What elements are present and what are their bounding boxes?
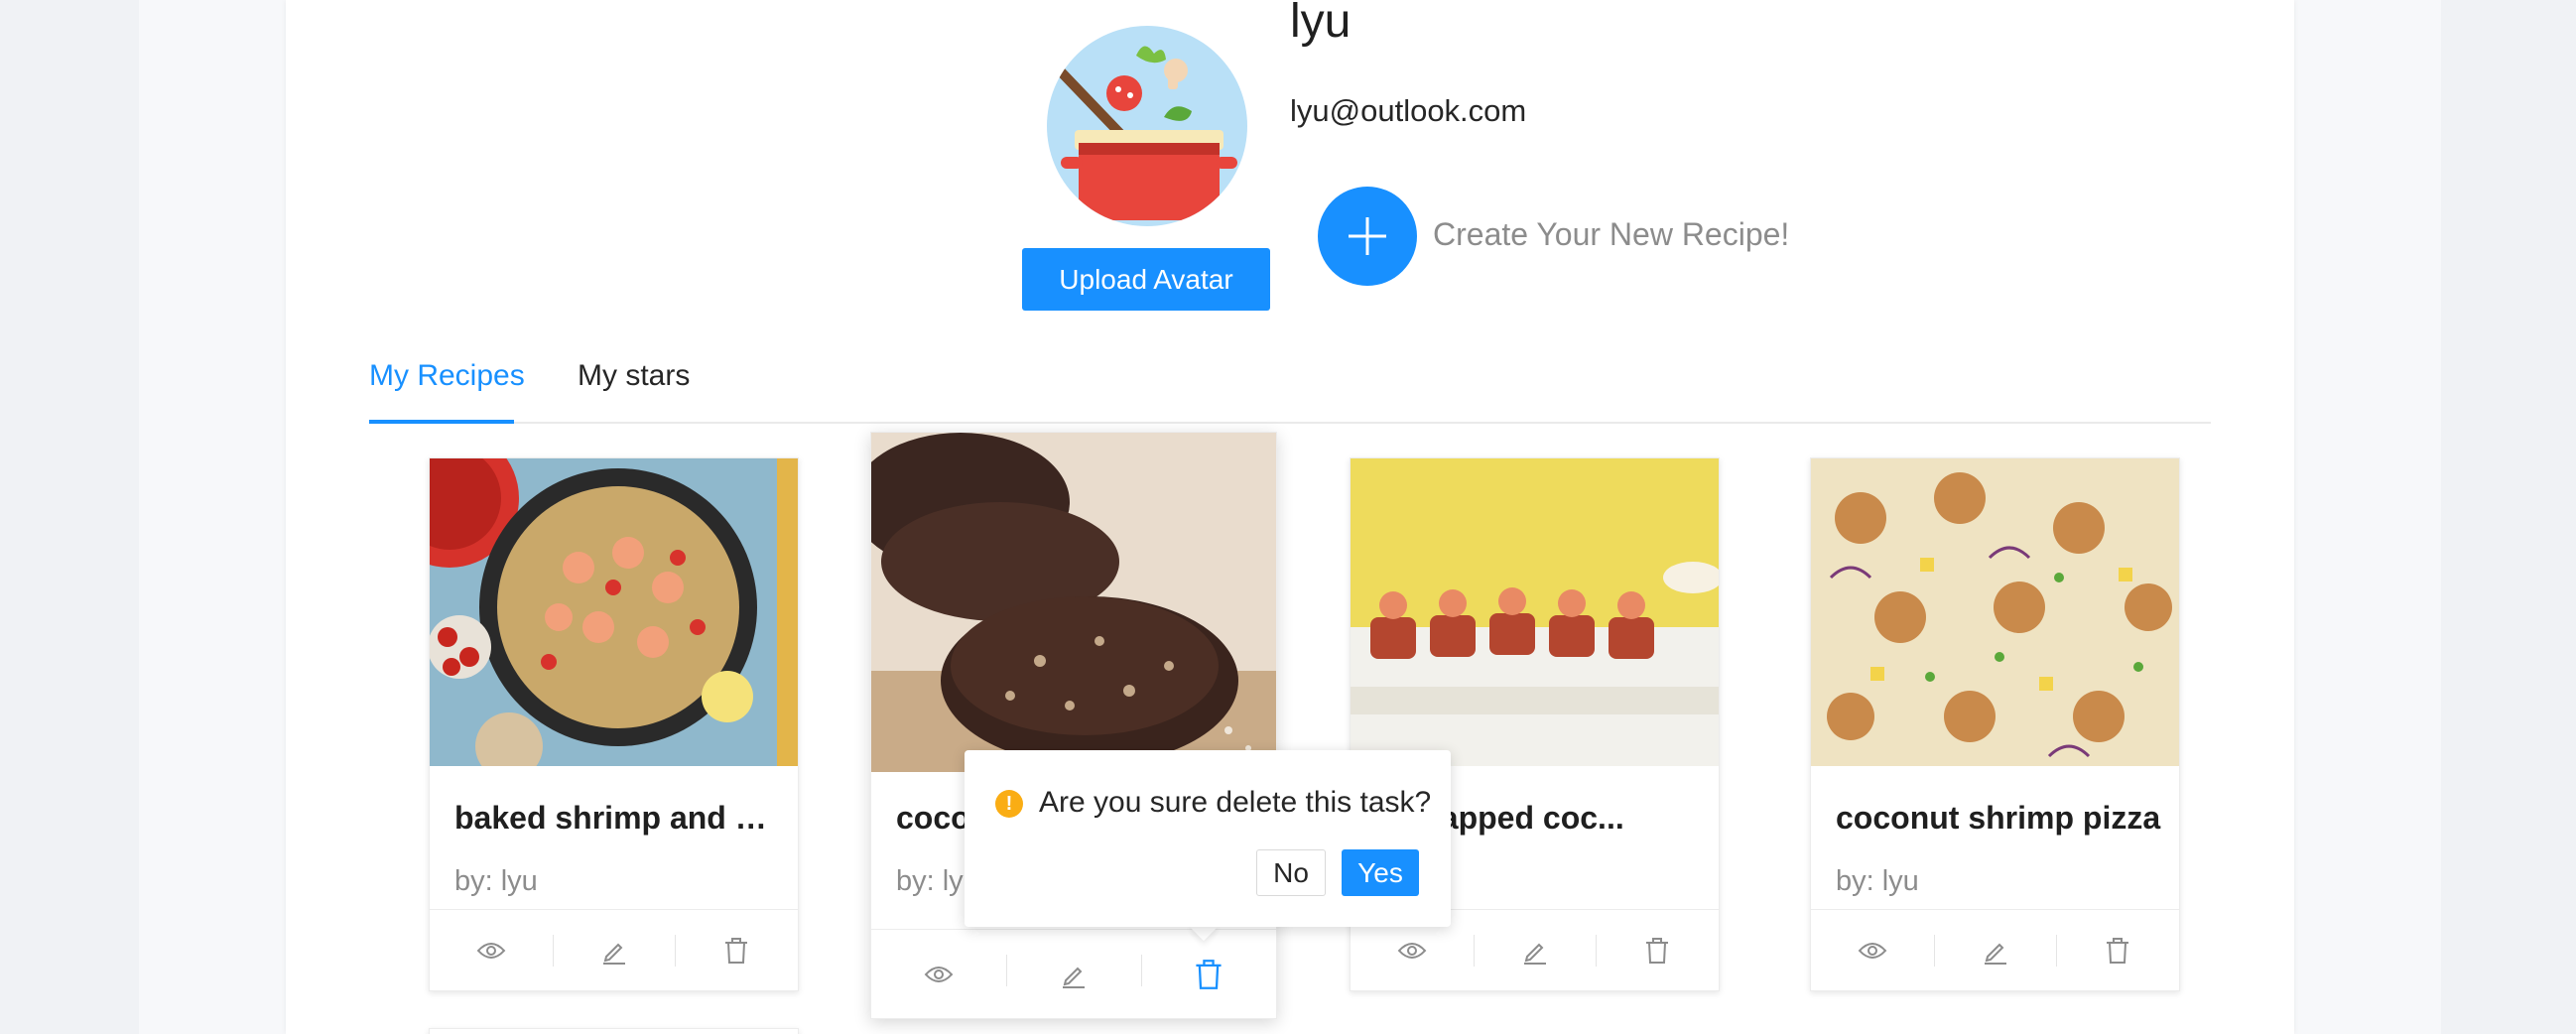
edit-icon (1063, 967, 1085, 988)
popconfirm-message: Are you sure delete this task? (1039, 786, 1432, 819)
edit-button[interactable] (1473, 910, 1597, 990)
exclamation-circle-icon: ! (995, 790, 1023, 818)
recipe-title[interactable]: baked shrimp and or... (454, 800, 782, 837)
recipe-image (430, 458, 798, 766)
create-recipe-label[interactable]: Create Your New Recipe! (1433, 216, 1789, 253)
edit-icon (1523, 943, 1546, 965)
profile-username: lyu (1290, 0, 1352, 48)
recipe-title[interactable]: coconut shrimp pizza (1836, 800, 2163, 837)
edit-icon (1984, 943, 2006, 965)
recipe-image (1351, 458, 1719, 766)
popconfirm-no-button[interactable]: No (1256, 849, 1326, 896)
delete-icon (1196, 959, 1222, 989)
view-button[interactable] (871, 930, 1006, 1018)
recipe-actions (430, 909, 798, 990)
user-avatar (1047, 26, 1247, 226)
eye-icon (476, 942, 506, 959)
eye-icon (924, 966, 954, 982)
tab-my-stars[interactable]: My stars (578, 359, 690, 393)
edit-button[interactable] (1006, 930, 1141, 1018)
popconfirm-yes-button[interactable]: Yes (1342, 849, 1419, 896)
recipe-image (871, 433, 1276, 772)
eye-icon (1397, 942, 1427, 959)
tabs-divider (369, 422, 2211, 424)
delete-button[interactable] (2056, 910, 2179, 990)
delete-button[interactable] (1596, 910, 1719, 990)
upload-avatar-button[interactable]: Upload Avatar (1022, 248, 1270, 311)
tab-my-recipes[interactable]: My Recipes (369, 359, 525, 393)
recipe-card[interactable]: baked shrimp and or... by: lyu (429, 457, 799, 991)
edit-button[interactable] (1933, 910, 2057, 990)
view-button[interactable] (430, 910, 553, 990)
create-recipe-button[interactable] (1318, 187, 1417, 286)
recipe-author: by: lyu (454, 865, 538, 897)
recipe-actions (1811, 909, 2179, 990)
recipe-card[interactable]: coconut shrimp pizza by: lyu (1810, 457, 2180, 991)
profile-email: lyu@outlook.com (1290, 93, 1527, 128)
recipe-author: by: lyu (1836, 865, 1919, 897)
recipe-card[interactable]: coco by: ly (870, 432, 1277, 1019)
recipe-image (1811, 458, 2179, 766)
edit-button[interactable] (552, 910, 676, 990)
plus-icon (1349, 217, 1386, 255)
delete-popconfirm: ! Are you sure delete this task? No Yes (965, 750, 1451, 927)
edit-icon (602, 943, 625, 965)
recipe-card[interactable] (429, 1028, 799, 1034)
delete-button[interactable] (675, 910, 798, 990)
recipe-actions (871, 929, 1276, 1018)
view-button[interactable] (1811, 910, 1934, 990)
active-tab-indicator (369, 420, 514, 424)
recipe-author: by: ly (896, 865, 964, 897)
delete-icon (725, 937, 748, 964)
delete-icon (1646, 937, 1669, 964)
delete-button[interactable] (1141, 930, 1276, 1018)
eye-icon (1858, 942, 1887, 959)
delete-icon (2107, 937, 2129, 964)
